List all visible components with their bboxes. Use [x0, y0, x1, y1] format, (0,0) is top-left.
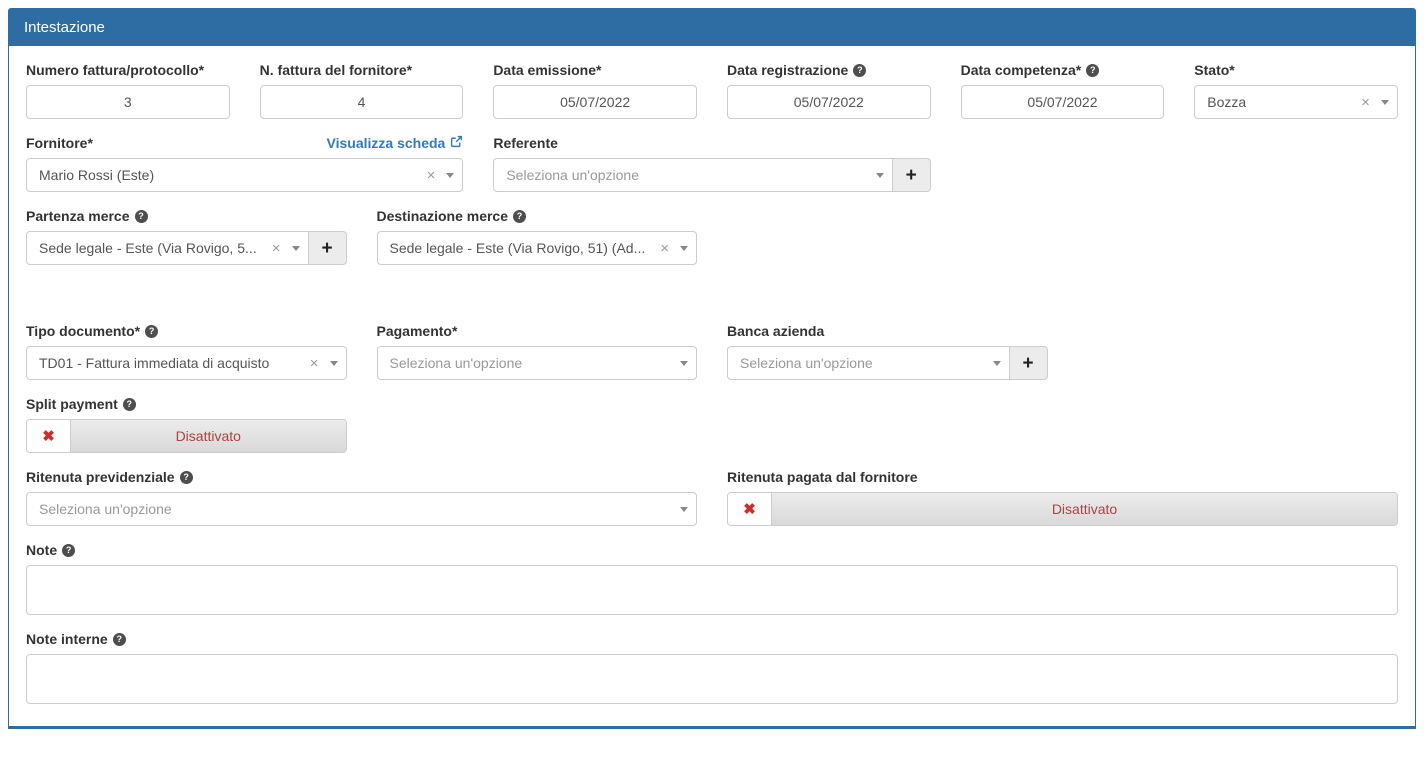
chevron-down-icon: [680, 246, 688, 251]
help-icon: ?: [513, 210, 526, 223]
help-icon: ?: [113, 633, 126, 646]
banca-azienda-select[interactable]: Seleziona un'opzione: [727, 346, 1010, 380]
n-fattura-fornitore-label: N. fattura del fornitore*: [260, 61, 464, 79]
help-icon: ?: [1086, 64, 1099, 77]
chevron-down-icon: [680, 361, 688, 366]
data-emissione-input[interactable]: [493, 85, 697, 119]
fornitore-select[interactable]: Mario Rossi (Este) ×: [26, 158, 463, 192]
ritenuta-previdenziale-select[interactable]: Seleziona un'opzione: [26, 492, 697, 526]
ritenuta-pagata-toggle[interactable]: ✖ Disattivato: [727, 492, 1398, 526]
help-icon: ?: [123, 398, 136, 411]
row-fornitore: Fornitore* Visualizza scheda: [11, 134, 1413, 207]
toggle-off-icon: ✖: [728, 493, 772, 525]
add-referente-button[interactable]: +: [893, 158, 931, 192]
fornitore-label: Fornitore*: [26, 134, 93, 152]
referente-select[interactable]: Seleziona un'opzione: [493, 158, 892, 192]
page: Intestazione Numero fattura/protocollo* …: [0, 0, 1424, 765]
chevron-down-icon: [876, 173, 884, 178]
chevron-down-icon: [446, 173, 454, 178]
pagamento-select[interactable]: Seleziona un'opzione: [377, 346, 698, 380]
clear-icon[interactable]: ×: [423, 168, 443, 183]
n-fattura-fornitore-input[interactable]: [260, 85, 464, 119]
visualizza-scheda-link[interactable]: Visualizza scheda: [327, 135, 464, 151]
panel-title: Intestazione: [9, 9, 1415, 46]
split-payment-label: Split payment ?: [26, 395, 347, 413]
external-link-icon: [450, 135, 463, 151]
clear-icon[interactable]: ×: [268, 241, 288, 256]
destinazione-merce-select[interactable]: Sede legale - Este (Via Rovigo, 51) (Ad.…: [377, 231, 698, 265]
row-header-fields: Numero fattura/protocollo* N. fattura de…: [11, 61, 1413, 134]
plus-icon: +: [1022, 354, 1033, 373]
data-competenza-input[interactable]: [961, 85, 1165, 119]
plus-icon: +: [321, 239, 332, 258]
note-interne-textarea[interactable]: [26, 654, 1398, 704]
ritenuta-previdenziale-label: Ritenuta previdenziale ?: [26, 468, 697, 486]
data-emissione-label: Data emissione*: [493, 61, 697, 79]
chevron-down-icon: [292, 246, 300, 251]
clear-icon[interactable]: ×: [306, 356, 326, 371]
clear-icon[interactable]: ×: [1357, 95, 1377, 110]
banca-azienda-label: Banca azienda: [727, 322, 1048, 340]
help-icon: ?: [62, 544, 75, 557]
chevron-down-icon: [1381, 100, 1389, 105]
split-payment-state: Disattivato: [71, 420, 346, 452]
row-note: Note ?: [11, 541, 1413, 630]
ritenuta-pagata-state: Disattivato: [772, 493, 1397, 525]
plus-icon: +: [906, 166, 917, 185]
intestazione-panel: Intestazione Numero fattura/protocollo* …: [8, 8, 1416, 729]
referente-label: Referente: [493, 134, 930, 152]
data-registrazione-label: Data registrazione ?: [727, 61, 931, 79]
data-competenza-label: Data competenza* ?: [961, 61, 1165, 79]
stato-label: Stato*: [1194, 61, 1398, 79]
pagamento-label: Pagamento*: [377, 322, 698, 340]
row-split-payment: Split payment ? ✖ Disattivato: [11, 395, 1413, 468]
panel-body: Numero fattura/protocollo* N. fattura de…: [9, 46, 1415, 726]
toggle-off-icon: ✖: [27, 420, 71, 452]
add-banca-button[interactable]: +: [1010, 346, 1048, 380]
split-payment-toggle[interactable]: ✖ Disattivato: [26, 419, 347, 453]
chevron-down-icon: [330, 361, 338, 366]
tipo-documento-label: Tipo documento* ?: [26, 322, 347, 340]
note-label: Note ?: [26, 541, 1398, 559]
row-ritenute: Ritenuta previdenziale ? Seleziona un'op…: [11, 468, 1413, 541]
add-partenza-button[interactable]: +: [309, 231, 347, 265]
stato-select[interactable]: Bozza ×: [1194, 85, 1398, 119]
help-icon: ?: [135, 210, 148, 223]
row-merce: Partenza merce ? Sede legale - Este (Via…: [11, 207, 1413, 280]
help-icon: ?: [180, 471, 193, 484]
partenza-merce-label: Partenza merce ?: [26, 207, 347, 225]
data-registrazione-input[interactable]: [727, 85, 931, 119]
note-textarea[interactable]: [26, 565, 1398, 615]
chevron-down-icon: [993, 361, 1001, 366]
row-documento: Tipo documento* ? TD01 - Fattura immedia…: [11, 322, 1413, 395]
help-icon: ?: [853, 64, 866, 77]
numero-fattura-label: Numero fattura/protocollo*: [26, 61, 230, 79]
destinazione-merce-label: Destinazione merce ?: [377, 207, 698, 225]
tipo-documento-select[interactable]: TD01 - Fattura immediata di acquisto ×: [26, 346, 347, 380]
clear-icon[interactable]: ×: [656, 241, 676, 256]
numero-fattura-input[interactable]: [26, 85, 230, 119]
partenza-merce-select[interactable]: Sede legale - Este (Via Rovigo, 5... ×: [26, 231, 309, 265]
note-interne-label: Note interne ?: [26, 630, 1398, 648]
help-icon: ?: [145, 325, 158, 338]
chevron-down-icon: [680, 507, 688, 512]
ritenuta-pagata-label: Ritenuta pagata dal fornitore: [727, 468, 1398, 486]
row-note-interne: Note interne ?: [11, 630, 1413, 704]
